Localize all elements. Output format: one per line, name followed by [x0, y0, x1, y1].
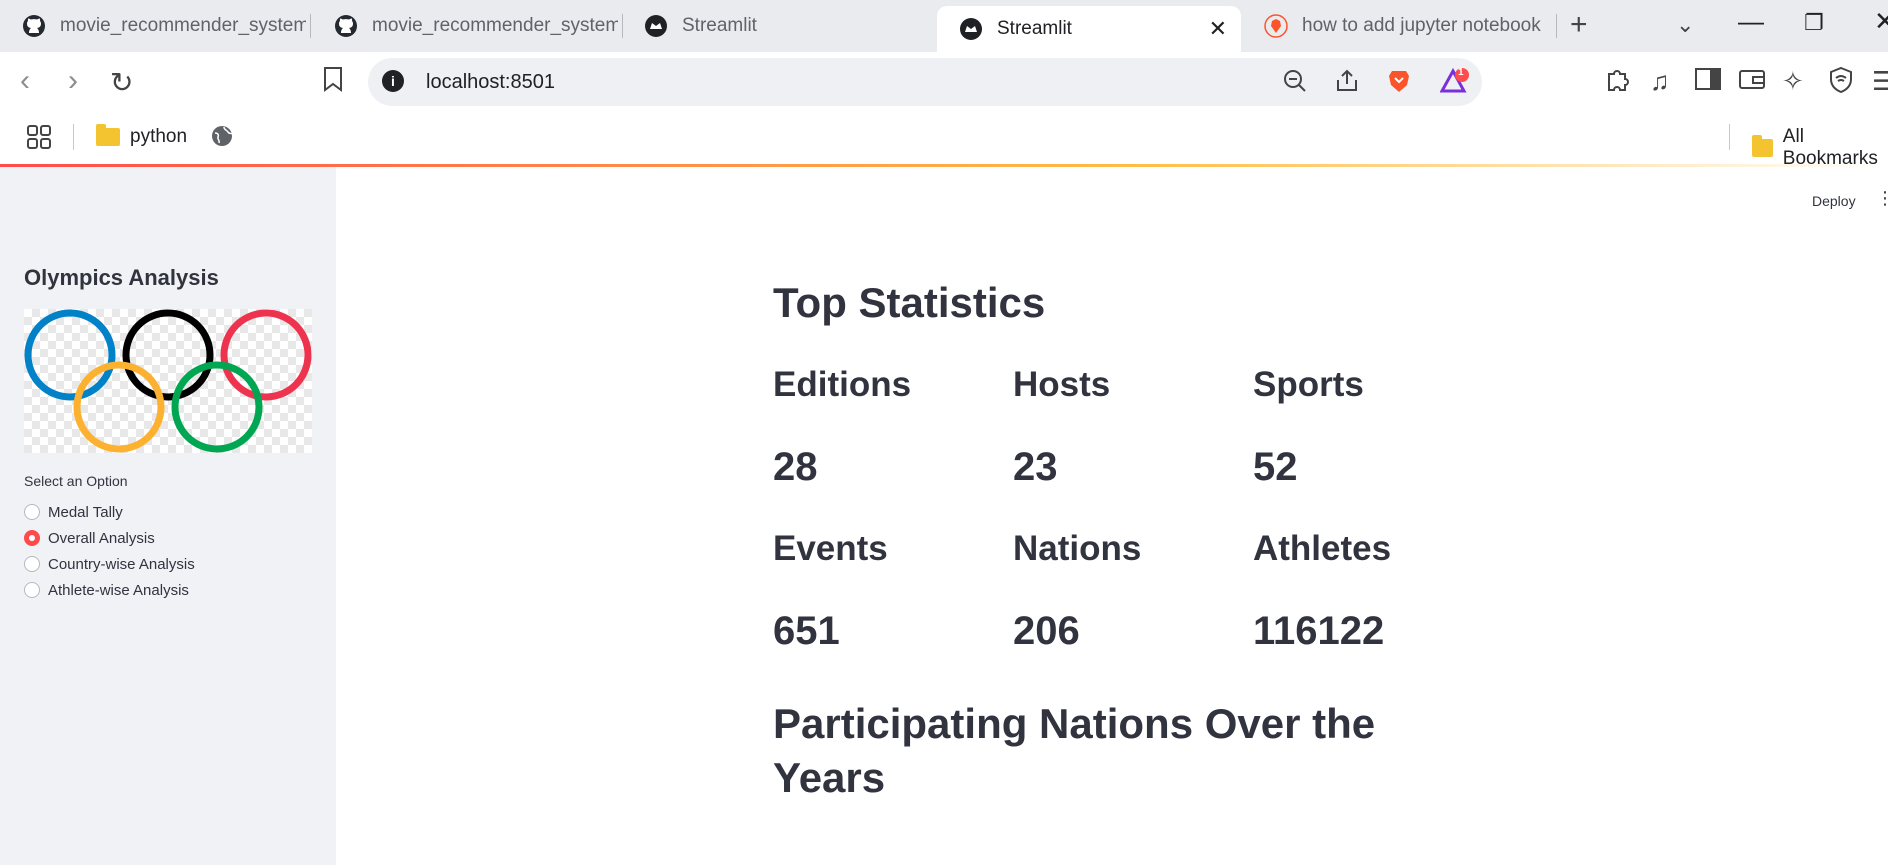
reload-icon[interactable]: ↻ [110, 66, 133, 99]
radio-option-overall-analysis[interactable]: Overall Analysis [24, 525, 195, 551]
stat-label-editions: Editions [773, 365, 912, 404]
tab-streamlit-1[interactable]: Streamlit [622, 0, 928, 52]
sidebar-title: Olympics Analysis [24, 265, 219, 290]
bookmarks-bar: python All Bookmarks [0, 112, 1888, 169]
radio-button[interactable] [24, 556, 40, 572]
close-window-icon[interactable]: ✕ [1874, 6, 1888, 37]
globe-icon[interactable] [210, 124, 234, 148]
stat-value-hosts: 23 [1013, 445, 1058, 489]
close-tab-icon[interactable]: ✕ [1209, 16, 1227, 42]
stat-label-hosts: Hosts [1013, 365, 1111, 404]
tab-separator [310, 14, 311, 38]
github-icon [22, 14, 46, 38]
notification-badge: 1 [1458, 67, 1464, 78]
site-info-icon[interactable]: i [382, 70, 404, 92]
tab-brave-search[interactable]: how to add jupyter notebook [1242, 0, 1556, 52]
radio-button[interactable] [24, 504, 40, 520]
stat-value-events: 651 [773, 609, 840, 653]
minimize-icon[interactable]: — [1738, 6, 1764, 37]
radio-option-athlete-wise-analysis[interactable]: Athlete-wise Analysis [24, 577, 195, 603]
stat-value-athletes: 116122 [1253, 609, 1385, 653]
bookmark-label: python [130, 126, 188, 147]
stat-value-nations: 206 [1013, 609, 1080, 653]
brave-shields-icon[interactable] [1386, 68, 1412, 101]
radio-option-label: Country-wise Analysis [48, 555, 195, 573]
new-tab-button[interactable]: + [1570, 8, 1588, 42]
leo-ai-icon[interactable]: ✧ [1782, 66, 1804, 97]
stat-label-events: Events [773, 529, 888, 568]
streamlit-icon [959, 17, 983, 41]
tab-title: movie_recommender_system/ [372, 15, 618, 36]
browser-toolbar: ‹ › ↻ i localhost:8501 1 ♫ ✧ ☰ [0, 52, 1888, 112]
radio-option-medal-tally[interactable]: Medal Tally [24, 499, 195, 525]
menu-icon[interactable]: ☰ [1872, 66, 1888, 97]
radio-group-label: Select an Option [24, 473, 128, 489]
streamlit-icon [644, 14, 668, 38]
analysis-radio-group: Medal Tally Overall Analysis Country-wis… [24, 499, 195, 603]
address-bar[interactable]: i localhost:8501 1 [368, 58, 1482, 106]
tab-separator [1556, 14, 1557, 38]
wallet-icon[interactable] [1738, 66, 1766, 99]
apps-grid-icon[interactable] [26, 124, 52, 150]
zoom-out-icon[interactable] [1282, 68, 1308, 101]
music-icon[interactable]: ♫ [1650, 66, 1670, 97]
sidebar-toggle-icon[interactable] [1694, 66, 1722, 99]
radio-button[interactable] [24, 582, 40, 598]
stat-label-sports: Sports [1253, 365, 1364, 404]
folder-icon [96, 124, 120, 146]
olympic-rings-logo [24, 309, 312, 453]
more-options-icon[interactable]: ⋮ [1876, 188, 1888, 209]
stat-label-nations: Nations [1013, 529, 1142, 568]
bookmarks-separator [1729, 124, 1730, 150]
brave-rewards-icon[interactable]: 1 [1439, 67, 1470, 103]
share-icon[interactable] [1334, 68, 1360, 101]
stat-label-athletes: Athletes [1253, 529, 1392, 568]
tab-title: Streamlit [997, 18, 1072, 39]
stat-value-editions: 28 [773, 445, 818, 489]
radio-option-label: Overall Analysis [48, 529, 155, 547]
folder-icon [1752, 135, 1773, 157]
tab-github-1[interactable]: movie_recommender_system/ [0, 0, 306, 52]
section-heading: Participating Nations Over the Years [773, 700, 1376, 801]
tab-github-2[interactable]: movie_recommender_system/ [312, 0, 618, 52]
bookmarks-separator [73, 124, 74, 150]
extensions-icon[interactable] [1604, 66, 1632, 101]
browser-tab-strip: movie_recommender_system/ movie_recommen… [0, 0, 1888, 52]
radio-option-label: Medal Tally [48, 503, 123, 521]
radio-button-selected[interactable] [24, 530, 40, 546]
back-arrow-icon[interactable]: ‹ [20, 64, 30, 98]
github-icon [334, 14, 358, 38]
bookmark-icon[interactable] [322, 66, 344, 99]
bookmark-folder-python[interactable]: python [96, 124, 188, 148]
tab-search-chevron-icon[interactable]: ⌄ [1676, 12, 1694, 38]
tab-streamlit-active[interactable]: Streamlit ✕ [937, 6, 1241, 52]
tab-title: Streamlit [682, 15, 757, 36]
url-text: localhost:8501 [426, 71, 555, 93]
tab-title: movie_recommender_system/ [60, 15, 306, 36]
radio-option-label: Athlete-wise Analysis [48, 581, 189, 599]
tab-title: how to add jupyter notebook [1302, 15, 1541, 36]
deploy-button[interactable]: Deploy [1812, 193, 1856, 209]
vpn-shield-icon[interactable] [1828, 66, 1854, 101]
page-title: Top Statistics [773, 279, 1046, 326]
app-sidebar: Olympics Analysis Select an Option Medal… [0, 167, 336, 865]
brave-icon [1264, 14, 1288, 38]
stat-value-sports: 52 [1253, 445, 1298, 489]
radio-option-country-wise-analysis[interactable]: Country-wise Analysis [24, 551, 195, 577]
forward-arrow-icon[interactable]: › [68, 64, 78, 98]
restore-icon[interactable]: ❐ [1804, 10, 1824, 36]
